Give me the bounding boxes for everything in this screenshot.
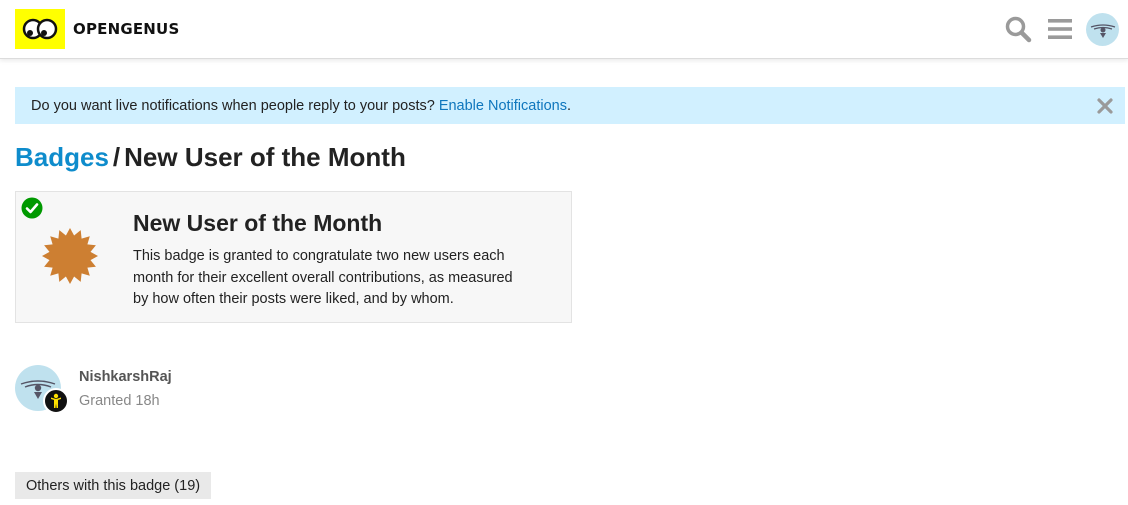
page-title: Badges / New User of the Month <box>15 142 406 173</box>
notice-suffix: . <box>566 97 572 114</box>
check-circle-icon <box>21 197 43 219</box>
badge-card: New User of the Month This badge is gran… <box>15 191 572 323</box>
search-icon[interactable] <box>1003 14 1033 44</box>
notice-text: Do you want live notifications when peop… <box>31 97 435 114</box>
badge-description: This badge is granted to congratulate tw… <box>133 248 513 307</box>
site-logo[interactable]: OPENGENUS <box>15 9 179 49</box>
bronze-badge-icon <box>40 226 100 286</box>
close-icon[interactable] <box>1095 96 1115 116</box>
brand-name: OPENGENUS <box>73 20 180 38</box>
site-header: OPENGENUS <box>0 0 1128 59</box>
opengenus-logo-icon <box>15 9 65 49</box>
hamburger-menu-icon[interactable] <box>1045 14 1075 44</box>
granted-username[interactable]: NishkarshRaj <box>79 369 172 385</box>
badges-link[interactable]: Badges <box>15 142 109 172</box>
badge-name: New User of the Month <box>133 210 383 236</box>
new-user-flair-icon <box>43 388 69 414</box>
badge-title: New User of the Month <box>124 142 406 172</box>
granted-time: Granted 18h <box>79 393 160 409</box>
user-avatar-icon[interactable] <box>1086 13 1119 46</box>
enable-notifications-link[interactable]: Enable Notifications <box>439 98 567 114</box>
others-with-badge-button[interactable]: Others with this badge (19) <box>15 472 212 499</box>
breadcrumb-separator: / <box>112 142 121 172</box>
notification-banner: Do you want live notifications when peop… <box>15 87 1125 124</box>
